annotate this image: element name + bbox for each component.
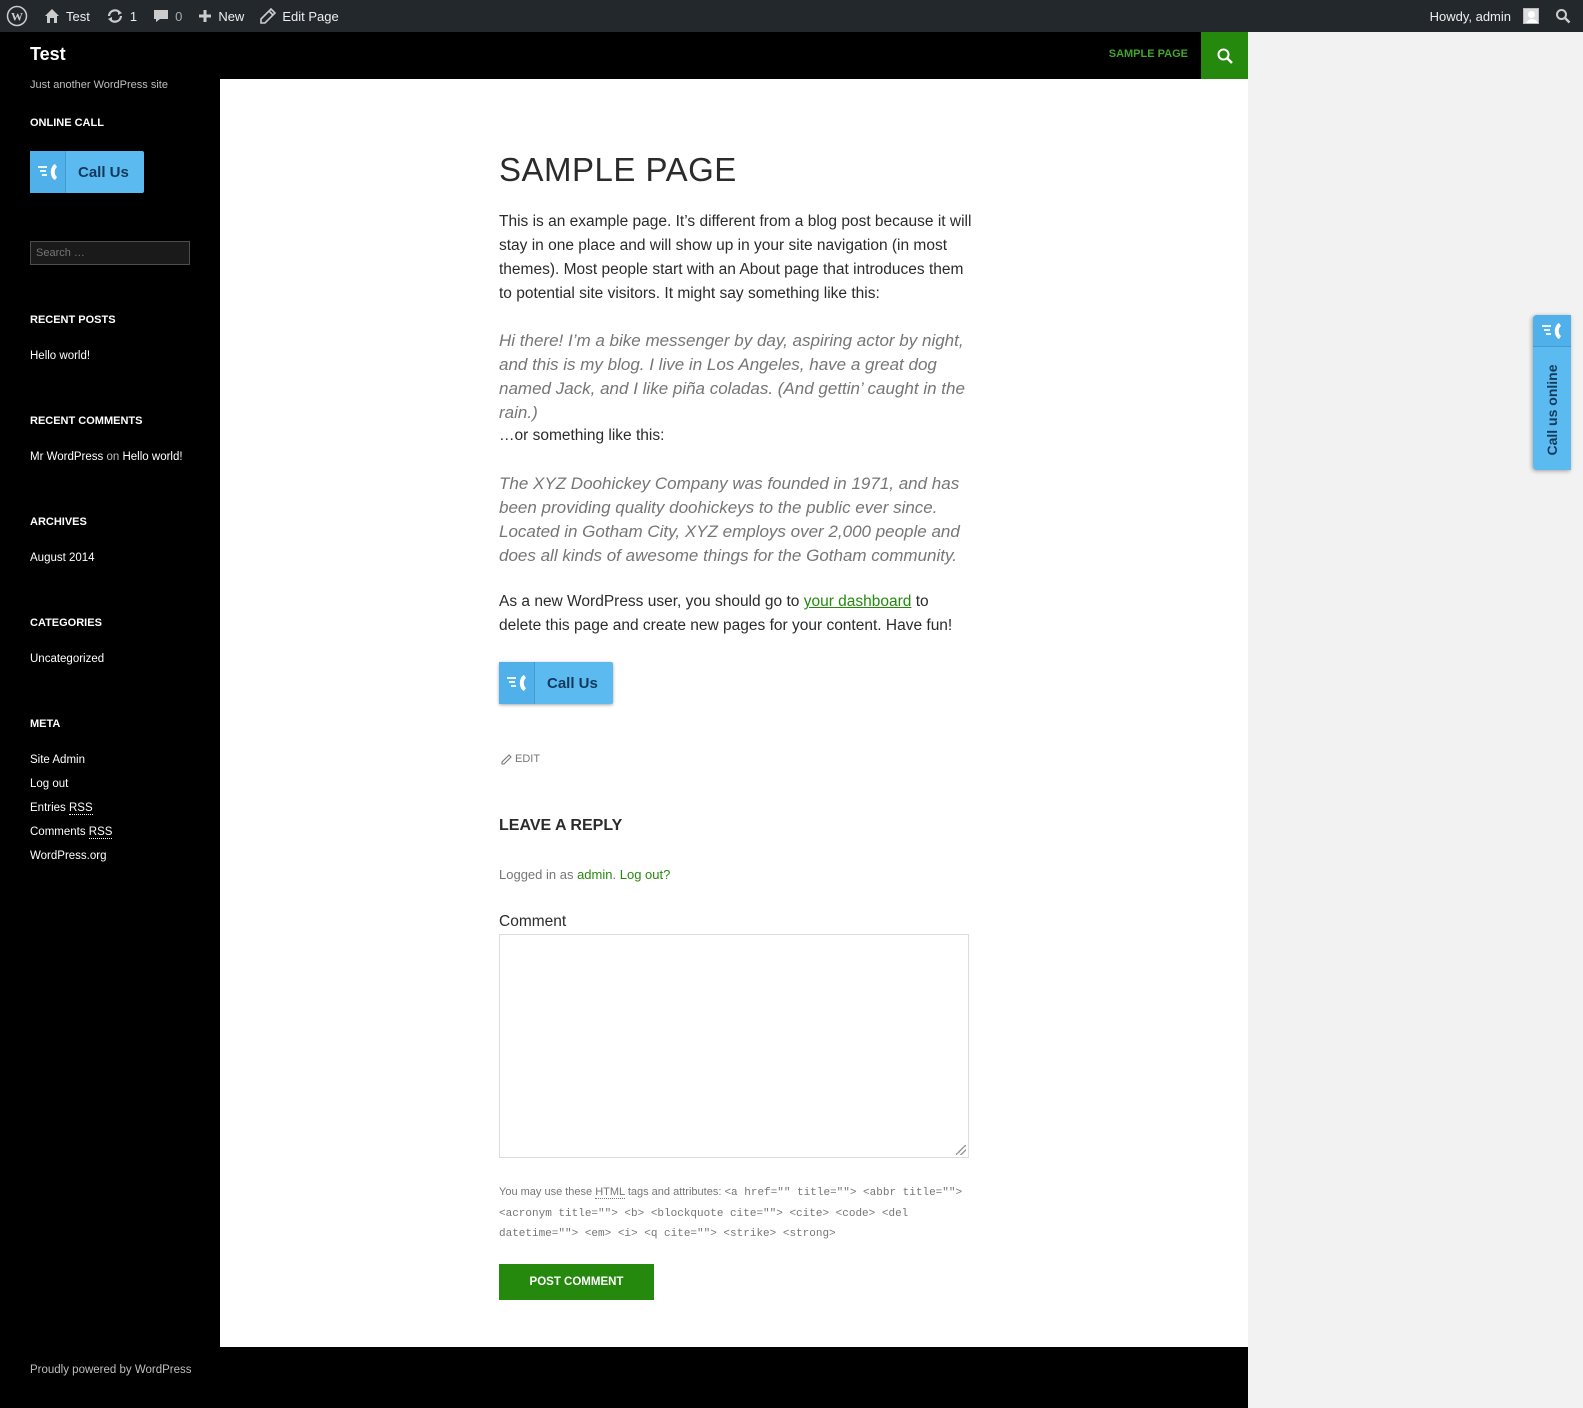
rss-abbr: RSS (69, 802, 93, 815)
comments-count: 0 (175, 8, 183, 24)
leave-reply-heading: LEAVE A REPLY (499, 817, 623, 834)
allowed-tags-note: You may use these HTML tags and attribut… (499, 1183, 979, 1245)
new-content-menu[interactable]: New (190, 0, 252, 32)
archive-link[interactable]: August 2014 (30, 552, 95, 564)
recent-post-link[interactable]: Hello world! (30, 350, 90, 362)
meta-title: META (30, 718, 61, 730)
updates-menu[interactable]: 1 (98, 0, 145, 32)
category-link[interactable]: Uncategorized (30, 653, 104, 665)
updates-count: 1 (129, 8, 138, 24)
archives-title: ARCHIVES (30, 516, 87, 528)
sidebar-call-us-button[interactable]: Call Us (30, 151, 144, 193)
search-icon (1217, 48, 1233, 64)
comments-label: Comments (30, 826, 89, 838)
avatar (1523, 8, 1539, 24)
admin-search-button[interactable] (1547, 0, 1583, 32)
howdy-greeting: Howdy, admin (1429, 8, 1511, 24)
log-out-link[interactable]: Log out (30, 778, 68, 790)
phone-icon (499, 662, 535, 704)
content-paragraph-3: As a new WordPress user, you should go t… (499, 590, 974, 638)
call-us-label: Call Us (547, 674, 598, 692)
plus-icon (199, 10, 212, 22)
comment-author-link[interactable]: Mr WordPress (30, 451, 103, 463)
new-label: New (218, 8, 245, 24)
profile-link[interactable]: admin (577, 867, 612, 882)
content-blockquote-1: Hi there! I’m a bike messenger by day, a… (499, 331, 965, 422)
site-title[interactable]: Test (30, 44, 66, 65)
nav-sample-page[interactable]: SAMPLE PAGE (1109, 48, 1188, 60)
recent-comments-title: RECENT COMMENTS (30, 415, 143, 427)
site-description: Just another WordPress site (30, 79, 168, 91)
paragraph-3-text-before: As a new WordPress user, you should go t… (499, 593, 804, 610)
left-sidebar: Test Just another WordPress site ONLINE … (0, 32, 220, 1408)
call-us-online-label: Call us online (1544, 364, 1560, 456)
site-footer: Proudly powered by WordPress (0, 1347, 1248, 1408)
comment-textarea[interactable] (499, 934, 969, 1158)
recent-comment-item: Mr WordPress on Hello world! (30, 451, 183, 463)
phone-icon (1533, 315, 1571, 347)
comments-menu[interactable]: 0 (145, 0, 190, 32)
my-account-menu[interactable]: Howdy, admin (1422, 0, 1547, 32)
categories-title: CATEGORIES (30, 617, 102, 629)
logout-link[interactable]: Log out? (620, 867, 671, 882)
entries-label: Entries (30, 802, 69, 814)
rss-abbr: RSS (88, 826, 113, 839)
phone-icon (30, 151, 66, 193)
allowed-prefix: You may use these (499, 1186, 596, 1198)
comment-on-text: on (106, 451, 120, 463)
page-title: SAMPLE PAGE (499, 151, 737, 188)
site-header: SAMPLE PAGE (220, 32, 1248, 79)
edit-label: EDIT (515, 753, 541, 765)
entries-rss-link[interactable]: Entries RSS (30, 802, 93, 815)
main-content: SAMPLE PAGE This is an example page. It’… (220, 79, 1248, 1347)
sidebar-search-input[interactable] (30, 241, 190, 265)
content-paragraph-1: This is an example page. It’s different … (499, 213, 972, 302)
site-admin-link[interactable]: Site Admin (30, 754, 85, 766)
content-paragraph-2: …or something like this: (499, 427, 665, 444)
updates-icon (107, 9, 122, 23)
dashboard-link[interactable]: your dashboard (804, 593, 912, 610)
post-comment-button[interactable]: POST COMMENT (499, 1264, 654, 1300)
comment-label: Comment (499, 913, 567, 930)
home-icon (45, 9, 59, 23)
comments-rss-link[interactable]: Comments RSS (30, 826, 113, 839)
edit-link[interactable]: EDIT (501, 753, 540, 765)
search-icon (1556, 9, 1571, 24)
html-abbr: HTML (595, 1186, 625, 1199)
allowed-mid: tags and attributes: (624, 1186, 725, 1198)
site-name-label: Test (66, 8, 90, 24)
content-blockquote-2: The XYZ Doohickey Company was founded in… (499, 474, 960, 565)
logged-in-as: Logged in as admin. Log out? (499, 867, 671, 882)
admin-bar: W Test 1 0 New Edit Page Howdy, admin (0, 0, 1583, 32)
recent-posts-title: RECENT POSTS (30, 314, 116, 326)
comment-bubble-icon (154, 10, 169, 22)
wordpress-logo-button[interactable]: W (0, 0, 36, 32)
wordpress-icon: W (6, 5, 28, 27)
pencil-icon (260, 8, 277, 24)
resize-handle[interactable] (956, 1145, 966, 1155)
edit-page-label: Edit Page (282, 8, 339, 24)
site-name-menu[interactable]: Test (36, 0, 98, 32)
edit-page-link[interactable]: Edit Page (252, 0, 346, 32)
online-call-widget-title: ONLINE CALL (30, 117, 104, 129)
search-toggle-button[interactable] (1201, 32, 1248, 79)
content-call-us-button[interactable]: Call Us (499, 662, 613, 704)
wordpress-org-link[interactable]: WordPress.org (30, 850, 106, 862)
svg-text:W: W (11, 10, 23, 24)
logged-in-prefix: Logged in as (499, 867, 578, 882)
footer-credit-link[interactable]: Proudly powered by WordPress (30, 1364, 192, 1376)
call-us-label: Call Us (78, 163, 129, 181)
call-us-online-tab[interactable]: Call us online (1533, 315, 1571, 470)
comment-post-link[interactable]: Hello world! (122, 451, 182, 463)
pencil-icon (501, 753, 512, 765)
